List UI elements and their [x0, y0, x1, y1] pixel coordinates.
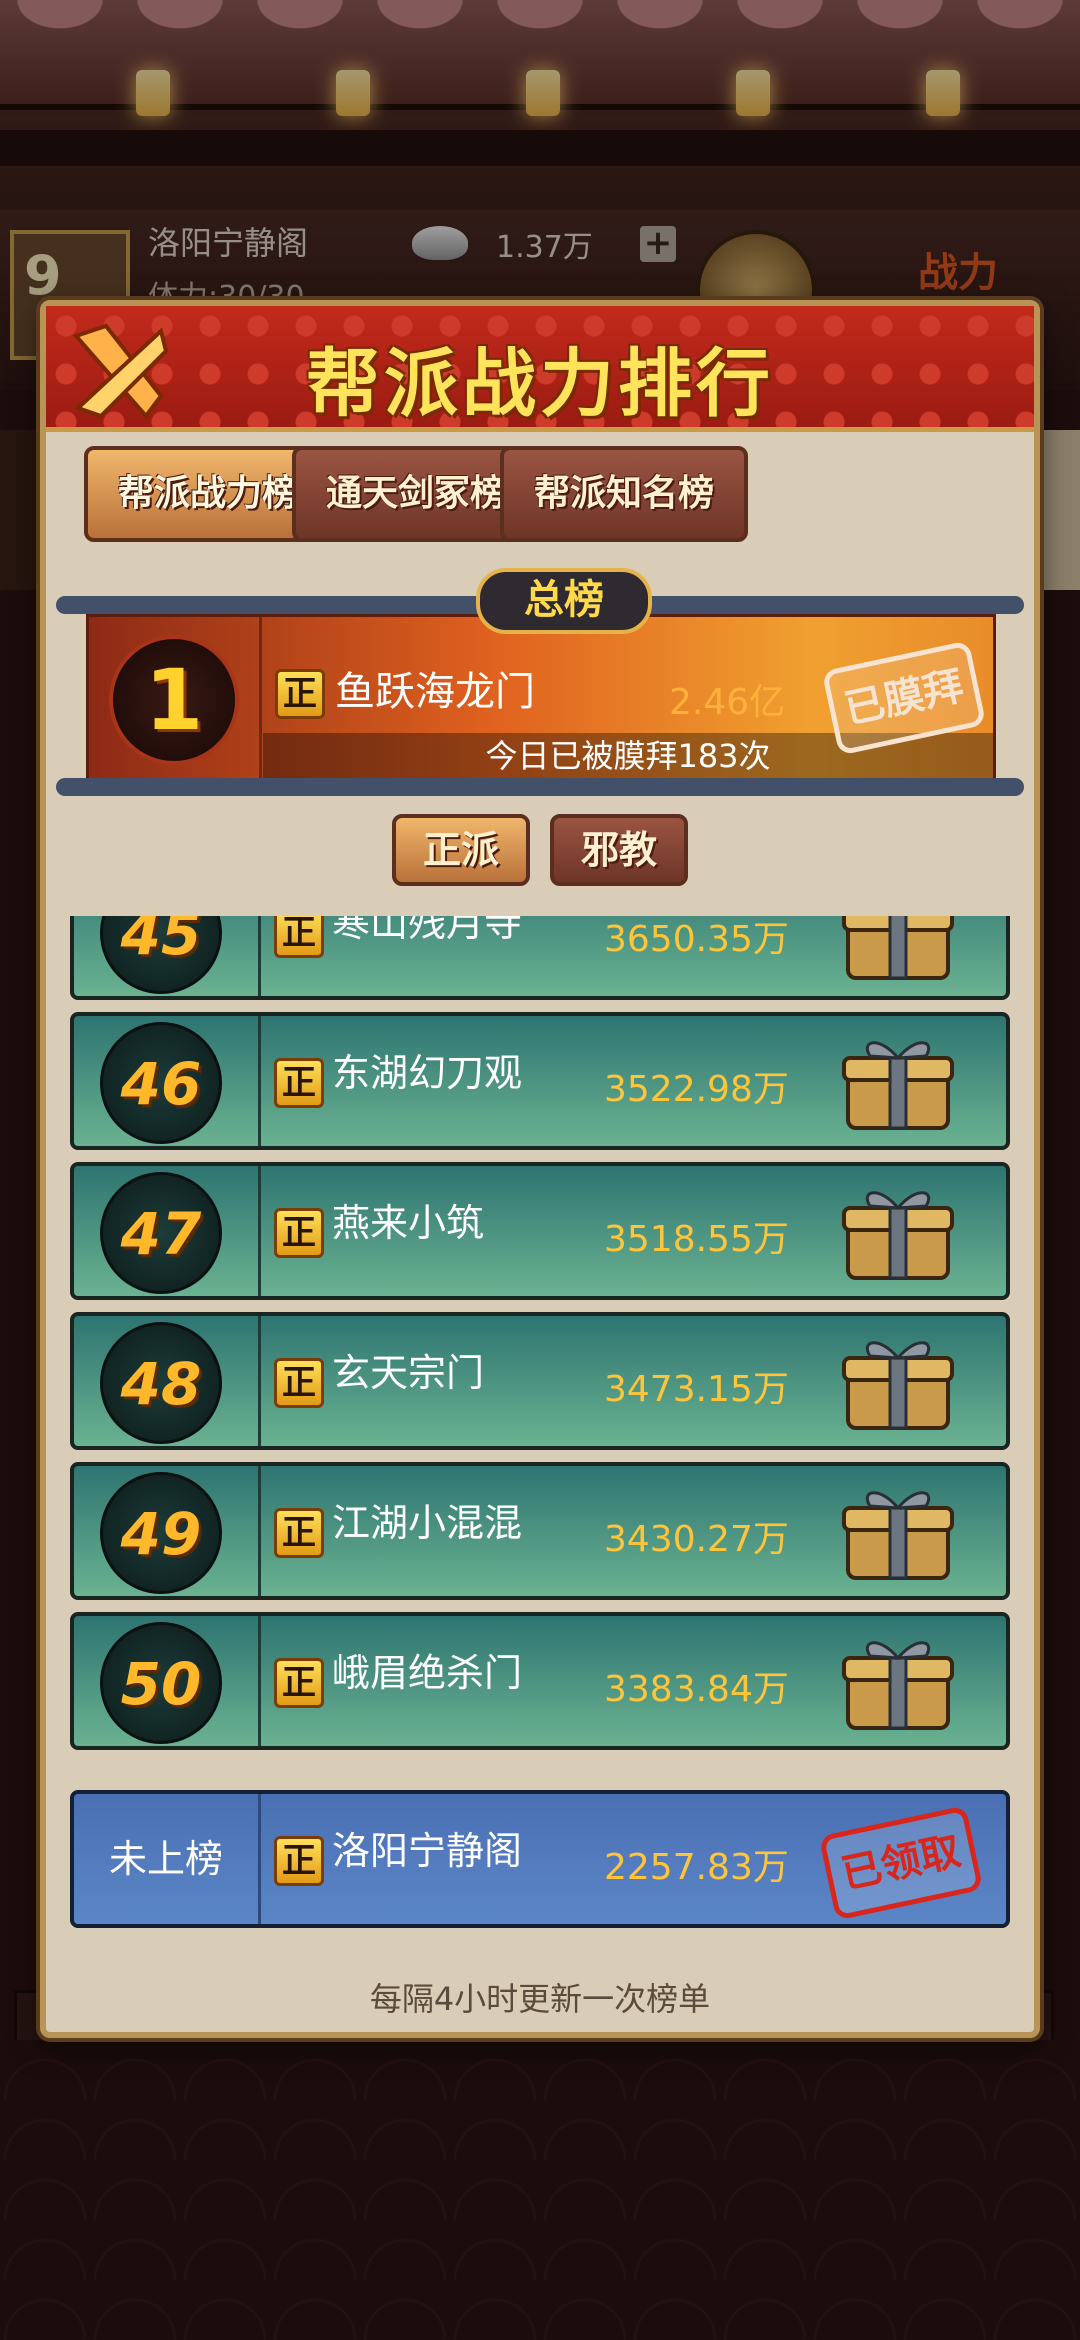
dialog-header: 帮派战力排行: [46, 306, 1034, 432]
divider: [258, 1016, 261, 1146]
rank-badge: 46: [100, 1022, 222, 1144]
righteous-badge-icon: 正: [274, 1058, 324, 1108]
gift-chest-icon[interactable]: [840, 1330, 956, 1434]
section-title: 总榜: [476, 568, 652, 634]
gang-name: 寒山残月寺: [332, 916, 523, 945]
righteous-badge-icon: 正: [274, 1658, 324, 1708]
faction-tabs: 正派 邪教: [46, 806, 1034, 896]
gang-score: 3383.84万: [604, 1669, 789, 1710]
gang-score: 3430.27万: [604, 1519, 789, 1560]
dialog-title: 帮派战力排行: [306, 341, 774, 427]
gang-name: 燕来小筑: [332, 1201, 485, 1245]
gift-chest-icon[interactable]: [840, 916, 956, 984]
rank-badge: 49: [100, 1472, 222, 1594]
divider: [259, 617, 262, 779]
tab-evil[interactable]: 邪教: [550, 814, 688, 886]
gang-score: 3518.55万: [604, 1219, 789, 1260]
ranking-rows: 45 正寒山残月寺 3650.35万 46 正东湖幻刀观 3522.98万 47 正燕来小筑 3…: [70, 916, 1010, 1762]
righteous-badge-icon: 正: [274, 916, 324, 958]
ranking-row[interactable]: 49 正江湖小混混 3430.27万: [70, 1462, 1010, 1600]
gang-name: 峨眉绝杀门: [332, 1651, 523, 1695]
rank-badge: 48: [100, 1322, 222, 1444]
divider: [258, 1316, 261, 1446]
ranking-dialog: 帮派战力排行 帮派战力榜 通天剑冢榜 帮派知名榜 总榜 1 正 鱼跃海龙门 2.…: [40, 300, 1040, 2038]
gang-name: 玄天宗门: [332, 1351, 485, 1395]
ranking-row[interactable]: 50 正峨眉绝杀门 3383.84万: [70, 1612, 1010, 1750]
my-gang-name: 洛阳宁静阁: [332, 1829, 523, 1873]
righteous-badge-icon: 正: [274, 1358, 324, 1408]
gang-name: 东湖幻刀观: [332, 1051, 523, 1095]
top-gang-name: 鱼跃海龙门: [335, 669, 535, 715]
gift-chest-icon[interactable]: [840, 1030, 956, 1134]
overall-top-section: 总榜 1 正 鱼跃海龙门 2.46亿 今日已被膜拜183次 已膜拜: [56, 568, 1024, 796]
gift-chest-icon[interactable]: [840, 1480, 956, 1584]
righteous-badge-icon: 正: [274, 1836, 324, 1886]
rank-badge: 45: [100, 916, 222, 994]
gift-chest-icon[interactable]: [840, 1180, 956, 1284]
gang-score: 3522.98万: [604, 1069, 789, 1110]
tab-gang-fame[interactable]: 帮派知名榜: [500, 446, 748, 542]
gang-score: 3473.15万: [604, 1369, 789, 1410]
divider: [258, 1166, 261, 1296]
gift-chest-icon[interactable]: [840, 1630, 956, 1734]
my-rank: 未上榜: [108, 1837, 223, 1881]
righteous-badge-icon: 正: [274, 1508, 324, 1558]
ranking-row[interactable]: 47 正燕来小筑 3518.55万: [70, 1162, 1010, 1300]
section-rail: [56, 778, 1024, 796]
righteous-badge-icon: 正: [275, 669, 325, 719]
claimed-stamp: 已领取: [818, 1805, 984, 1921]
righteous-badge-icon: 正: [274, 1208, 324, 1258]
ranking-tabs: 帮派战力榜 通天剑冢榜 帮派知名榜: [46, 436, 1034, 546]
divider: [258, 916, 261, 996]
ranking-row[interactable]: 46 正东湖幻刀观 3522.98万: [70, 1012, 1010, 1150]
tab-righteous[interactable]: 正派: [392, 814, 530, 886]
my-gang-row[interactable]: 未上榜 正 洛阳宁静阁 2257.83万 已领取: [70, 1790, 1010, 1928]
divider: [258, 1794, 261, 1924]
top-gang-score: 2.46亿: [669, 682, 786, 723]
ranking-row[interactable]: 45 正寒山残月寺 3650.35万: [70, 916, 1010, 1000]
rank-one-badge: 1: [109, 635, 239, 765]
rank-badge: 50: [100, 1622, 222, 1744]
divider: [258, 1466, 261, 1596]
update-note: 每隔4小时更新一次榜单: [369, 1980, 711, 2018]
gang-score: 3650.35万: [604, 919, 789, 960]
gang-name: 江湖小混混: [332, 1501, 523, 1545]
my-gang-score: 2257.83万: [604, 1847, 789, 1888]
ranking-row[interactable]: 48 正玄天宗门 3473.15万: [70, 1312, 1010, 1450]
top-gang-card[interactable]: 1 正 鱼跃海龙门 2.46亿 今日已被膜拜183次 已膜拜: [86, 614, 996, 782]
rank-badge: 47: [100, 1172, 222, 1294]
divider: [258, 1616, 261, 1746]
